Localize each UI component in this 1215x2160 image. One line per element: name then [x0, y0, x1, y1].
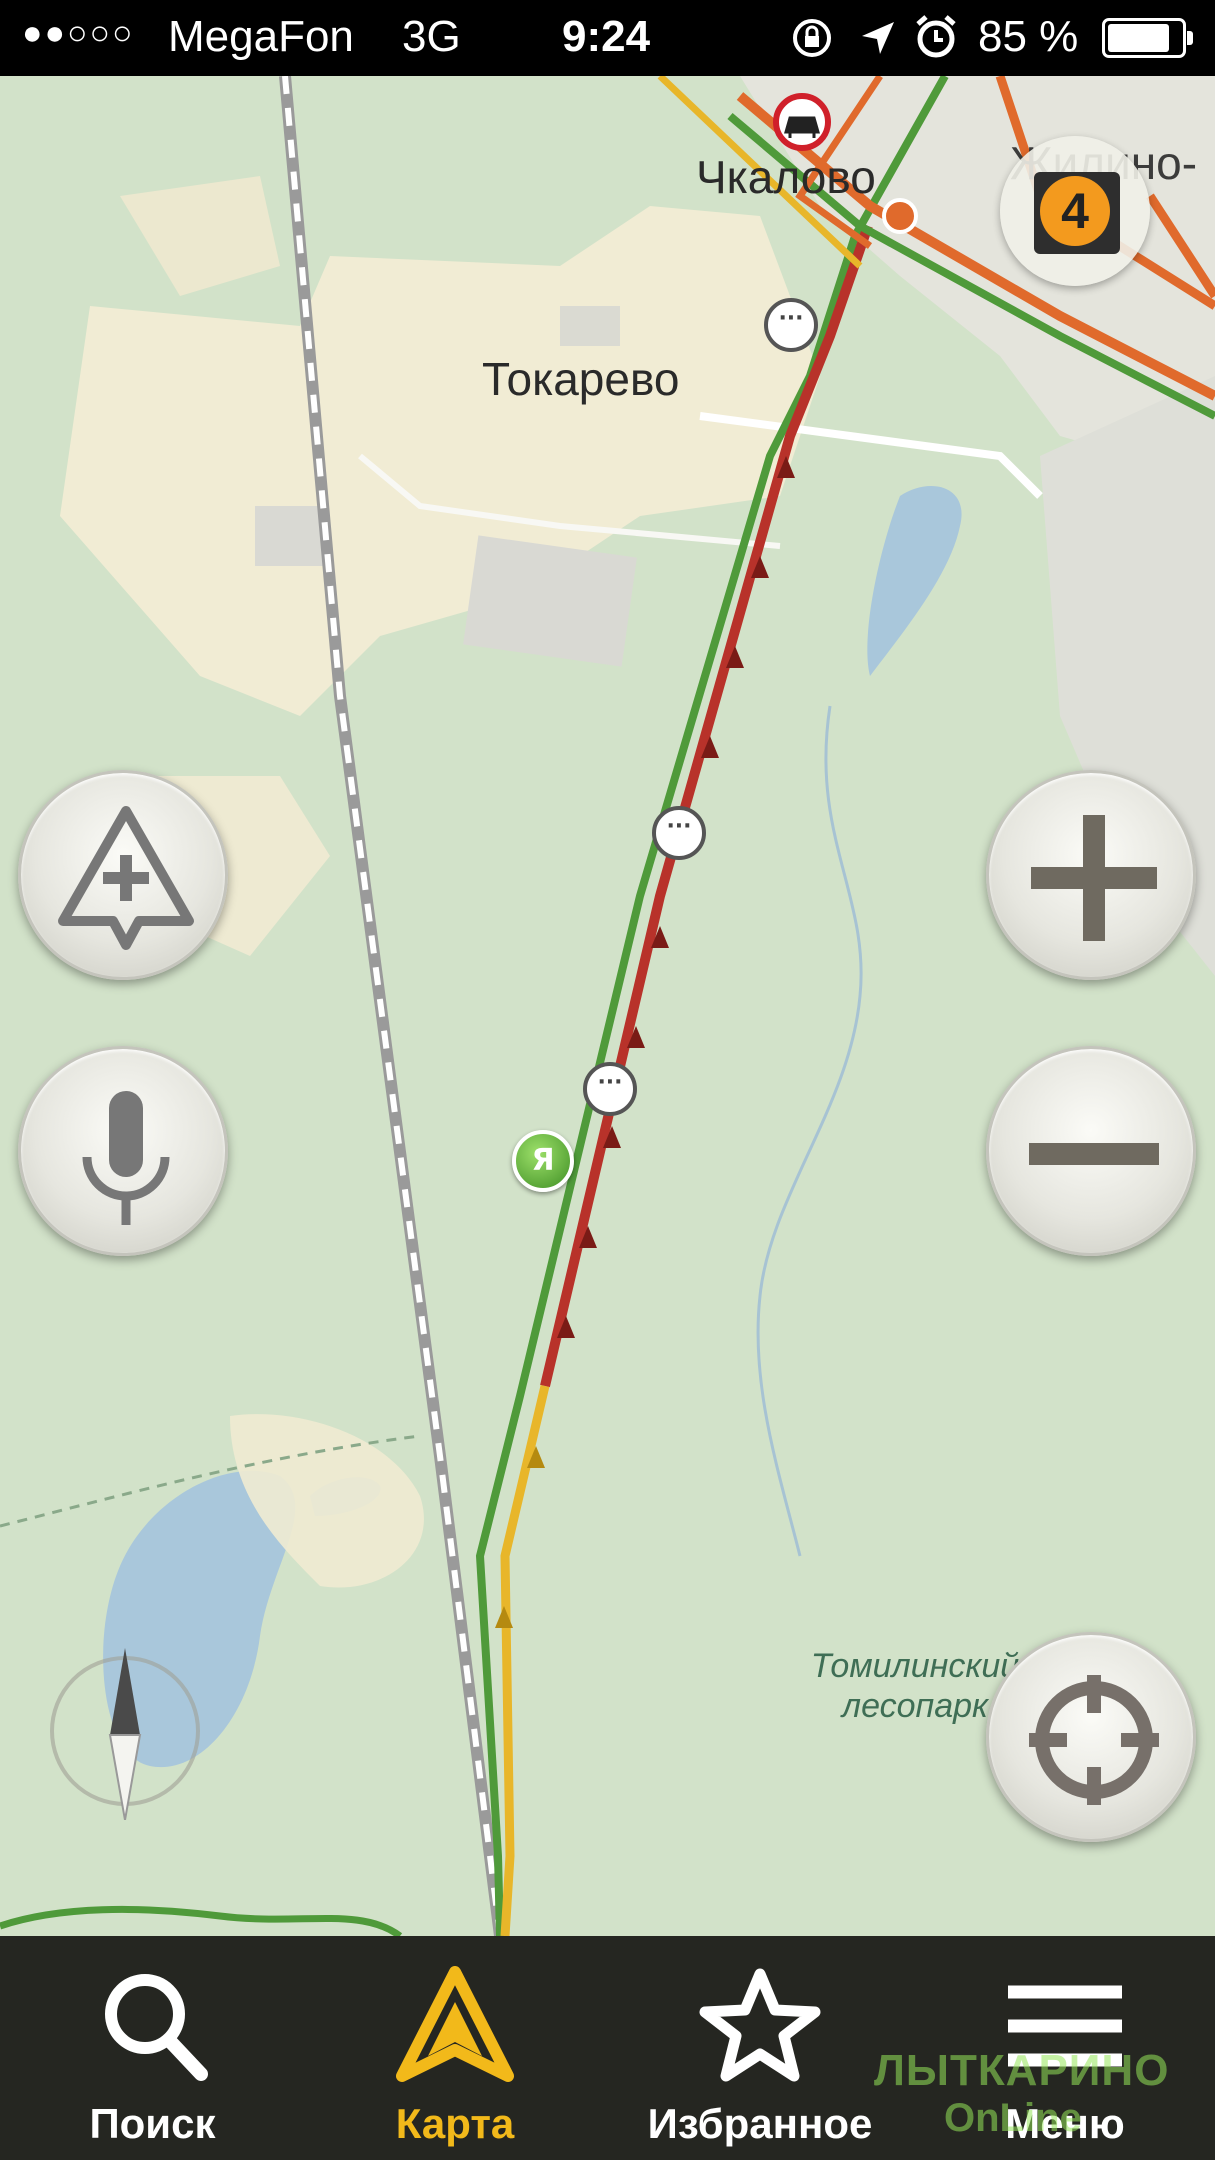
carrier-name: MegaFon	[168, 12, 354, 61]
rotation-lock-icon	[793, 19, 831, 57]
warning-plus-icon	[58, 806, 194, 950]
my-location-button[interactable]	[986, 1632, 1196, 1842]
battery-percentage: 85 %	[978, 12, 1079, 61]
tab-label-search: Поиск	[89, 2100, 216, 2147]
compass-button[interactable]	[50, 1648, 200, 1820]
status-bar: ●●○○○ MegaFon 3G 9:24 85 %	[0, 0, 1215, 76]
alarm-clock-icon	[916, 15, 956, 58]
place-label-tokarevo: Токарево	[482, 353, 680, 405]
road-comment-marker[interactable]	[583, 1062, 637, 1116]
watermark-line-1: ЛЫТКАРИНО	[874, 2046, 1170, 2095]
road-events-count: 4	[1040, 176, 1110, 246]
road-comment-marker[interactable]	[764, 298, 818, 352]
clock-time: 9:24	[562, 12, 651, 61]
tab-favorites[interactable]: Избранное	[615, 1936, 905, 2160]
road-comment-marker[interactable]	[652, 806, 706, 860]
tab-map[interactable]: Карта	[340, 1936, 570, 2160]
building	[255, 506, 325, 566]
zoom-out-button[interactable]	[986, 1046, 1196, 1256]
zoom-in-button[interactable]	[986, 770, 1196, 980]
building	[560, 306, 620, 346]
minus-icon	[1029, 1143, 1159, 1165]
tab-search[interactable]: Поиск	[40, 1936, 265, 2160]
road-events-badge[interactable]: 4	[1000, 136, 1150, 286]
location-arrow-icon	[862, 22, 894, 54]
signal-strength-dots: ●●○○○	[22, 14, 135, 52]
user-location-marker[interactable]: Я	[512, 1130, 574, 1192]
battery-fill	[1108, 24, 1169, 52]
tab-label-favorites: Избранное	[647, 2100, 873, 2147]
building	[463, 535, 637, 667]
star-icon	[699, 1968, 821, 2082]
map-view[interactable]: Токарево Чкалово Жилино- Томилинский лес…	[0, 76, 1215, 1936]
bottom-tab-bar: Поиск Карта Избранное Меню ЛЫТКАРИНО OnL…	[0, 1936, 1215, 2160]
add-road-event-button[interactable]	[18, 770, 228, 980]
search-icon	[105, 1974, 208, 2081]
place-label-chkalovo: Чкалово	[696, 151, 876, 203]
voice-search-button[interactable]	[18, 1046, 228, 1256]
microphone-icon	[82, 1091, 170, 1225]
compass-icon	[108, 1648, 142, 1820]
watermark-line-2: OnLine	[944, 2096, 1082, 2140]
navigation-arrow-icon	[396, 1966, 514, 2082]
battery-icon	[1102, 18, 1193, 58]
accident-sign-icon	[773, 93, 831, 151]
plus-icon	[1031, 815, 1157, 941]
tab-label-map: Карта	[395, 2100, 515, 2147]
crosshair-icon	[1029, 1675, 1159, 1805]
network-type: 3G	[402, 12, 461, 61]
